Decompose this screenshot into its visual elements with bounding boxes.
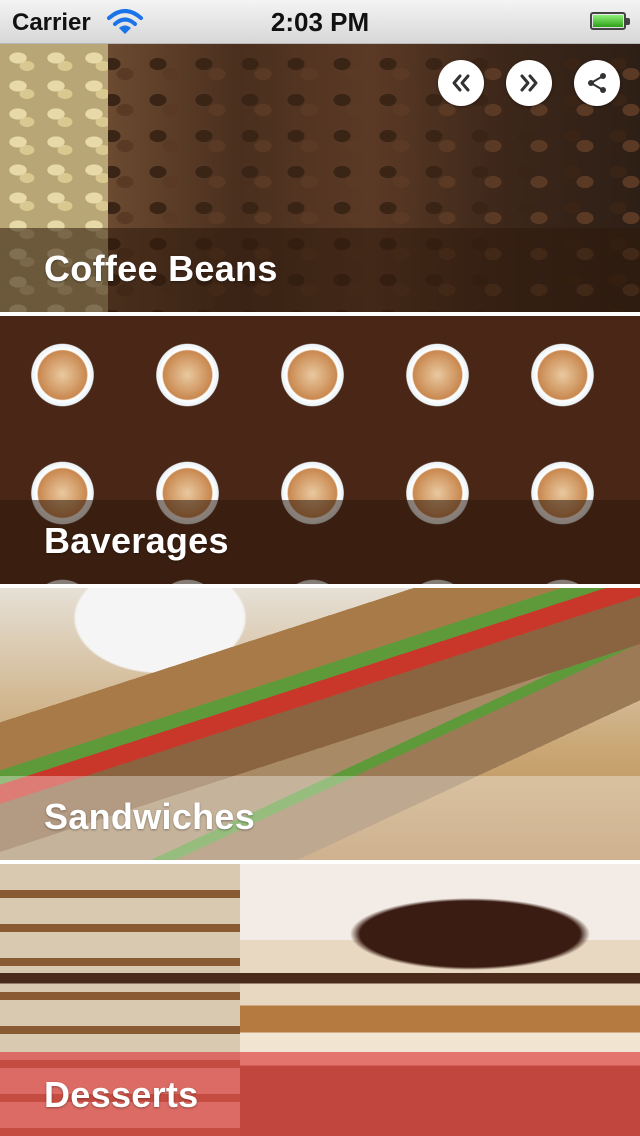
next-button[interactable] (506, 60, 552, 106)
category-label: Desserts (44, 1074, 199, 1115)
status-time: 2:03 PM (270, 7, 370, 37)
share-icon (588, 73, 606, 93)
category-desserts[interactable]: Desserts (0, 864, 640, 1136)
category-label: Coffee Beans (44, 248, 278, 289)
previous-button[interactable] (438, 60, 484, 106)
status-bar: Carrier 2:03 PM (0, 0, 640, 44)
share-button[interactable] (574, 60, 620, 106)
category-sandwiches[interactable]: Sandwiches (0, 588, 640, 860)
double-chevron-right-icon (520, 74, 538, 92)
double-chevron-left-icon (452, 74, 470, 92)
category-label: Sandwiches (44, 796, 256, 837)
category-label: Baverages (44, 520, 229, 561)
category-beverages[interactable]: Baverages (0, 316, 640, 584)
battery-icon (590, 12, 630, 30)
